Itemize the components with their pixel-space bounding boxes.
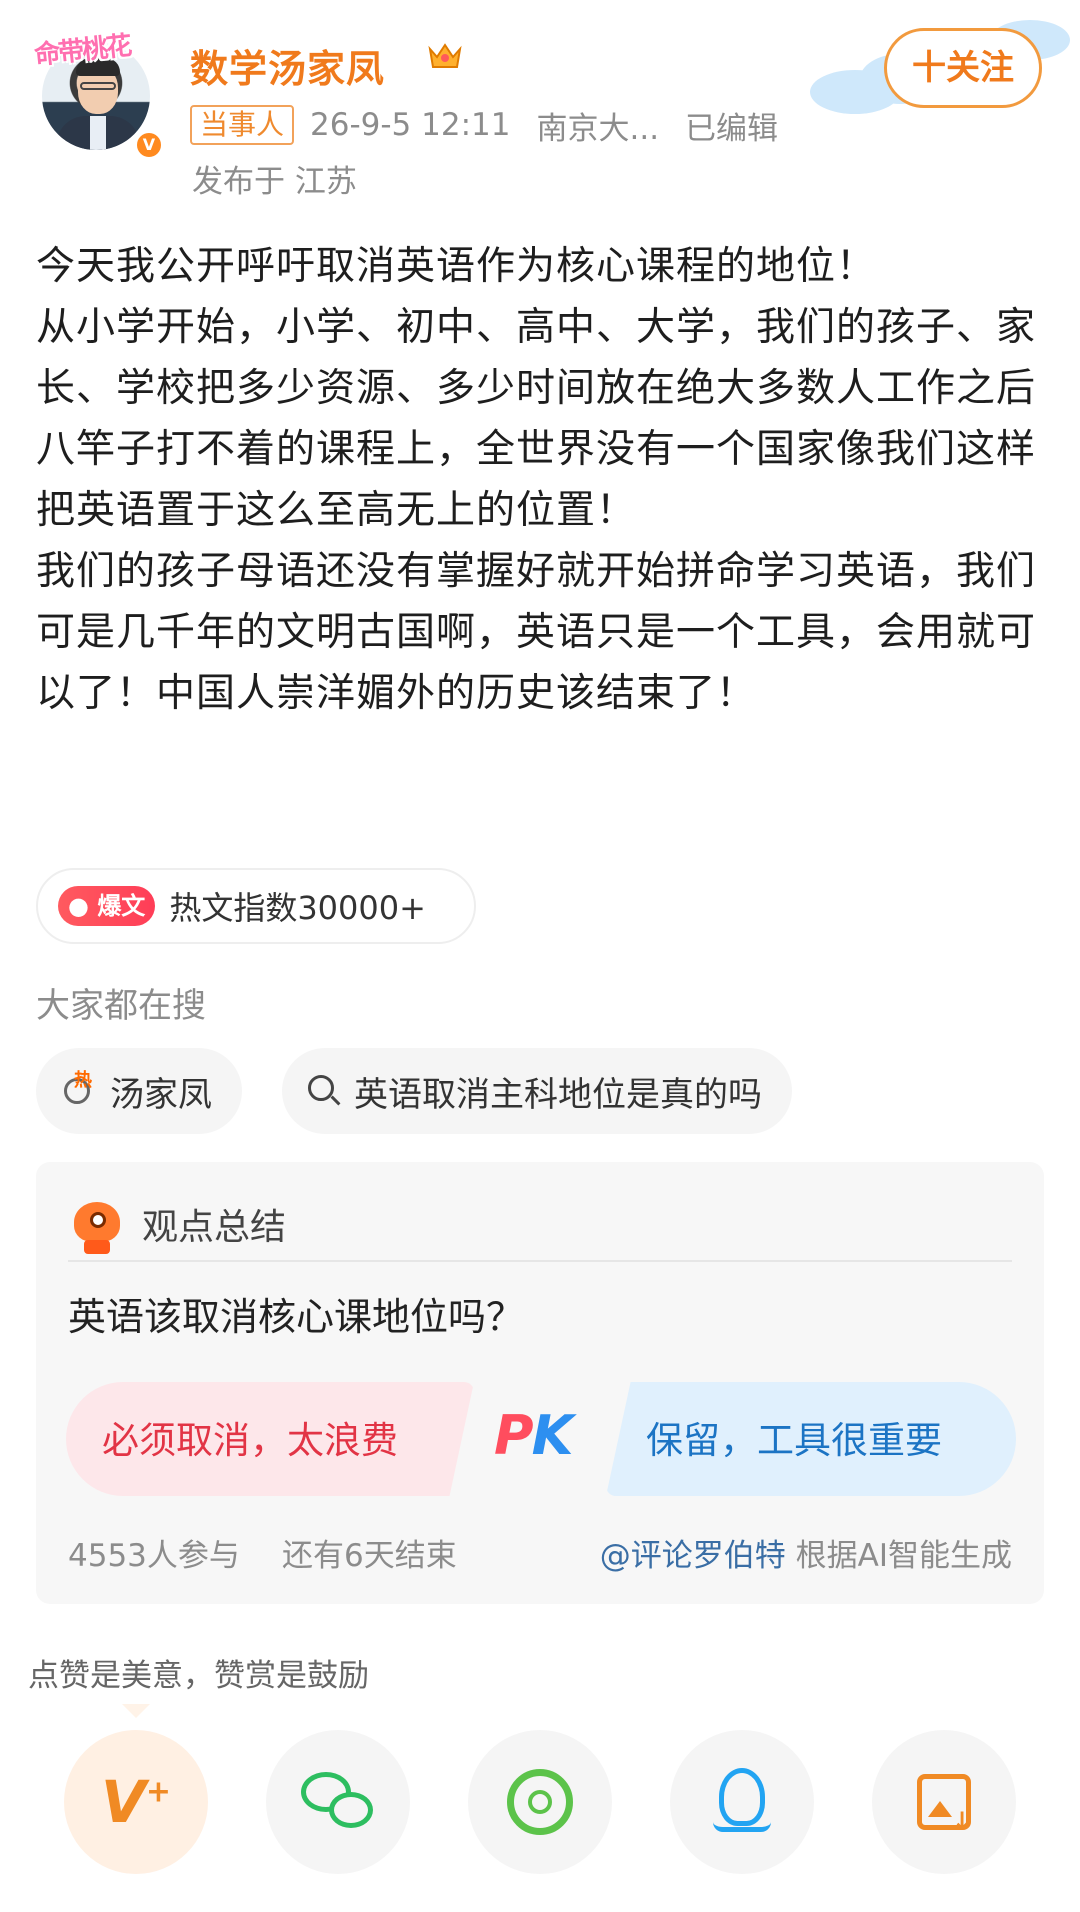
avatar[interactable]: 命带桃花 V bbox=[28, 18, 168, 160]
search-chip-query[interactable]: 英语取消主科地位是真的吗 bbox=[282, 1048, 792, 1134]
qq-icon bbox=[713, 1768, 771, 1836]
moments-icon bbox=[507, 1769, 573, 1835]
appreciate-tip: 点赞是美意，赞赏是鼓励 bbox=[28, 1658, 369, 1694]
vote-option-keep[interactable]: 保留，工具很重要 bbox=[606, 1382, 1016, 1496]
share-wechat-button[interactable] bbox=[266, 1730, 410, 1874]
post-datetime: 26-9-5 12:11 bbox=[310, 107, 511, 143]
end-countdown: 还有6天结束 bbox=[282, 1538, 457, 1574]
share-moments-button[interactable] bbox=[468, 1730, 612, 1874]
reward-button[interactable]: V+ bbox=[64, 1730, 208, 1874]
post-content: 今天我公开呼吁取消英语作为核心课程的地位！ 从小学开始，小学、初中、高中、大学，… bbox=[36, 236, 1046, 724]
share-row: V+ ↓ bbox=[0, 1730, 1080, 1880]
pk-k: K bbox=[531, 1404, 574, 1467]
divider bbox=[68, 1260, 1012, 1262]
hot-badge: ● 爆文 bbox=[58, 886, 156, 926]
post-meta: 当事人 26-9-5 12:11 南京大... 已编辑 bbox=[190, 103, 804, 148]
edited-label[interactable]: 已编辑 bbox=[685, 103, 778, 148]
ai-source: @评论罗伯特 根据AI智能生成 bbox=[600, 1530, 1012, 1575]
search-chip-label: 英语取消主科地位是真的吗 bbox=[354, 1074, 762, 1115]
opinion-card-header: 观点总结 bbox=[68, 1188, 286, 1260]
hot-index-chip[interactable]: ● 爆文 热文指数30000+ bbox=[36, 868, 476, 944]
username[interactable]: 数学汤家凤 bbox=[190, 38, 385, 93]
tooltip-arrow bbox=[122, 1704, 150, 1718]
party-tag: 当事人 bbox=[190, 105, 295, 145]
post-paragraph: 今天我公开呼吁取消英语作为核心课程的地位！ bbox=[36, 244, 877, 289]
flame-icon: ● bbox=[68, 892, 89, 920]
pk-p: P bbox=[494, 1404, 534, 1467]
verified-icon: V bbox=[134, 130, 164, 160]
pk-icon: PK bbox=[494, 1404, 574, 1467]
hot-search-icon: 热 bbox=[60, 1070, 98, 1110]
opinion-question: 英语该取消核心课地位吗？ bbox=[68, 1295, 525, 1339]
participant-count: 4553人参与 bbox=[68, 1538, 240, 1574]
post-paragraph: 我们的孩子母语还没有掌握好就开始拼命学习英语，我们可是几千年的文明古国啊，英语只… bbox=[36, 549, 1037, 716]
vote-option-cancel-label: 必须取消，太浪费 bbox=[102, 1419, 398, 1462]
opinion-card-title: 观点总结 bbox=[142, 1207, 287, 1248]
pk-vote: 必须取消，太浪费 PK 保留，工具很重要 bbox=[66, 1382, 1016, 1496]
search-section-title: 大家都在搜 bbox=[36, 986, 206, 1026]
crown-icon bbox=[428, 40, 462, 80]
opinion-card-footer: 4553人参与 还有6天结束 @评论罗伯特 根据AI智能生成 bbox=[68, 1530, 1012, 1574]
post-paragraph: 从小学开始，小学、初中、高中、大学，我们的孩子、家长、学校把多少资源、多少时间放… bbox=[36, 305, 1037, 533]
hot-index-text: 热文指数30000+ bbox=[169, 889, 426, 927]
share-qq-button[interactable] bbox=[670, 1730, 814, 1874]
post-location: 发布于 江苏 bbox=[192, 164, 357, 200]
vote-option-keep-label: 保留，工具很重要 bbox=[646, 1419, 942, 1462]
avatar-frame-text: 命带桃花 bbox=[32, 31, 132, 71]
opinion-summary-card: 观点总结 英语该取消核心课地位吗？ 必须取消，太浪费 PK 保留，工具很重要 4… bbox=[36, 1162, 1044, 1604]
reward-icon-letter: V bbox=[100, 1768, 146, 1836]
avatar-frame: 命带桃花 bbox=[28, 22, 168, 71]
search-icon bbox=[306, 1073, 342, 1109]
save-image-button[interactable]: ↓ bbox=[872, 1730, 1016, 1874]
search-chip-hot[interactable]: 热 汤家凤 bbox=[36, 1048, 242, 1134]
post-header: 命带桃花 V 数学汤家凤 当事人 26-9-5 12:11 南京大... 已编辑… bbox=[0, 0, 1080, 210]
reward-icon: V+ bbox=[100, 1768, 172, 1836]
ai-source-text: 根据AI智能生成 bbox=[785, 1538, 1012, 1574]
search-chip-label: 汤家凤 bbox=[110, 1074, 212, 1115]
post-source: 南京大... bbox=[536, 110, 660, 147]
wechat-icon bbox=[301, 1772, 375, 1832]
mascot-icon bbox=[68, 1194, 124, 1254]
follow-button[interactable]: 十关注 bbox=[884, 28, 1042, 108]
vote-option-cancel[interactable]: 必须取消，太浪费 bbox=[66, 1382, 474, 1496]
save-image-icon: ↓ bbox=[917, 1774, 972, 1835]
hot-badge-label: 爆文 bbox=[97, 892, 146, 920]
ai-bot-link[interactable]: @评论罗伯特 bbox=[600, 1538, 786, 1574]
